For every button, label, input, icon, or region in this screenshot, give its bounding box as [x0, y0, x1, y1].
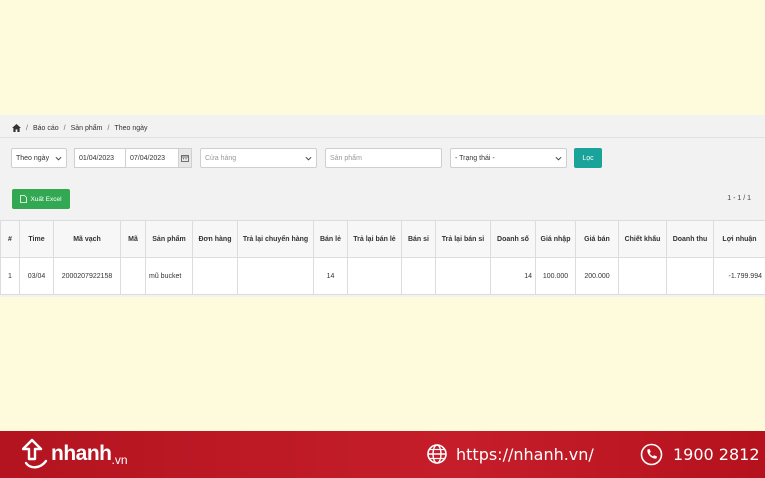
filter-button[interactable]: Lọc — [574, 148, 602, 168]
breadcrumb-products[interactable]: Sản phẩm — [71, 125, 103, 132]
table-header-row: # Time Mã vạch Mã Sản phẩm Đơn hàng Trả … — [0, 220, 765, 258]
col-cost: Giá nhập — [535, 220, 576, 258]
breadcrumb: / Báo cáo / Sản phẩm / Theo ngày — [12, 122, 148, 134]
status-select[interactable]: - Trạng thái - — [450, 148, 567, 168]
chevron-down-icon — [55, 156, 62, 161]
cell-retail-link[interactable]: 14 — [313, 257, 348, 295]
cell-wholesale-return — [435, 257, 491, 295]
period-select[interactable]: Theo ngày — [11, 148, 67, 168]
breadcrumb-by-day: Theo ngày — [114, 124, 148, 132]
breadcrumb-reports[interactable]: Báo cáo — [33, 125, 59, 132]
cell-code — [120, 257, 146, 295]
home-icon[interactable] — [12, 124, 21, 132]
col-product: Sản phẩm — [145, 220, 193, 258]
col-index: # — [0, 220, 20, 258]
col-wholesale-return: Trả lại bán sỉ — [435, 220, 491, 258]
cell-wholesale — [401, 257, 436, 295]
chevron-down-icon — [555, 156, 562, 161]
date-to-input[interactable]: 07/04/2023 — [125, 148, 179, 168]
cell-revenue — [666, 257, 714, 295]
cell-discount — [618, 257, 667, 295]
cell-product-link[interactable]: mũ bucket — [145, 257, 193, 295]
col-order: Đơn hàng — [192, 220, 238, 258]
cell-barcode-link[interactable]: 2000207922158 — [53, 257, 121, 295]
col-retail-return: Trả lại bán lẻ — [347, 220, 402, 258]
table-row: 1 03/04 2000207922158 mũ bucket 14 14 10… — [0, 257, 765, 295]
cell-index: 1 — [0, 257, 20, 295]
report-panel: / Báo cáo / Sản phẩm / Theo ngày Theo ng… — [0, 115, 765, 297]
col-time: Time — [19, 220, 54, 258]
col-retail: Bán lẻ — [313, 220, 348, 258]
col-profit: Lợi nhuận — [713, 220, 765, 258]
nhanh-logo-icon — [22, 438, 48, 469]
cell-retail-return — [347, 257, 402, 295]
divider — [0, 137, 765, 138]
nhanh-logo: nhanh .vn — [22, 437, 128, 471]
phone-number[interactable]: 1900 2812 — [673, 445, 760, 464]
col-transfer-return: Trả lại chuyển hàng — [237, 220, 314, 258]
col-wholesale: Bán sỉ — [401, 220, 436, 258]
col-revenue-count: Doanh số — [490, 220, 536, 258]
cell-time: 03/04 — [19, 257, 54, 295]
col-revenue: Doanh thu — [666, 220, 714, 258]
cell-order — [192, 257, 238, 295]
calendar-icon[interactable] — [178, 148, 192, 168]
cell-transfer-return — [237, 257, 314, 295]
website-contact[interactable]: https://nhanh.vn/ — [426, 443, 594, 465]
cell-cost: 100.000 — [535, 257, 576, 295]
phone-contact[interactable]: 1900 2812 — [640, 443, 760, 466]
file-icon — [20, 195, 28, 203]
cell-price: 200.000 — [575, 257, 619, 295]
export-excel-button[interactable]: Xuất Excel — [12, 189, 70, 209]
website-url[interactable]: https://nhanh.vn/ — [456, 445, 594, 464]
cell-profit: -1.799.994 — [713, 257, 765, 295]
phone-icon — [640, 443, 663, 466]
store-select[interactable]: Cửa hàng — [200, 148, 317, 168]
brand-suffix: .vn — [111, 453, 128, 467]
col-code: Mã — [120, 220, 146, 258]
globe-icon — [427, 444, 447, 464]
col-discount: Chiết khấu — [618, 220, 667, 258]
report-table: # Time Mã vạch Mã Sản phẩm Đơn hàng Trả … — [0, 220, 765, 295]
col-price: Giá bán — [575, 220, 619, 258]
brand-name: nhanh — [51, 442, 112, 465]
col-barcode: Mã vạch — [53, 220, 121, 258]
cell-revenue-count: 14 — [490, 257, 536, 295]
pagination-info: 1 - 1 / 1 — [727, 195, 751, 202]
product-search-input[interactable]: Sản phẩm — [325, 148, 442, 168]
chevron-down-icon — [305, 156, 312, 161]
brand-footer: nhanh .vn https://nhanh.vn/ 1900 2812 — [0, 431, 765, 478]
date-from-input[interactable]: 01/04/2023 — [74, 148, 126, 168]
